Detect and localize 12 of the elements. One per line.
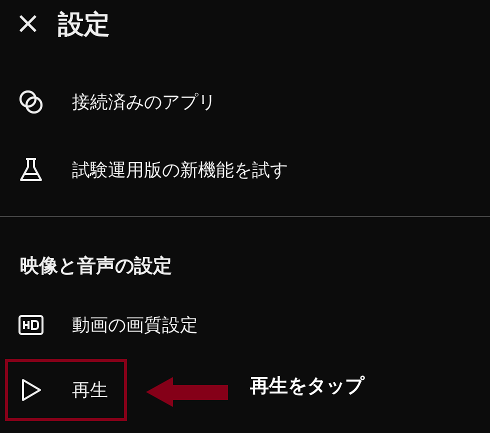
- flask-icon: [18, 157, 44, 183]
- page-title: 設定: [58, 8, 110, 42]
- menu-item[interactable]: 試験運用版の新機能を試す: [0, 136, 490, 204]
- menu-item[interactable]: 再生: [5, 359, 127, 421]
- close-button[interactable]: ×: [0, 9, 46, 39]
- annotation-text: 再生をタップ: [250, 374, 364, 399]
- arrow-icon: [146, 377, 228, 407]
- menu-item[interactable]: 接続済みのアプリ: [0, 68, 490, 136]
- section-heading: 映像と音声の設定: [19, 254, 173, 279]
- linked-rings-icon: [18, 89, 44, 115]
- hd-icon: [18, 312, 44, 338]
- menu-item[interactable]: 動画の画質設定: [0, 291, 490, 359]
